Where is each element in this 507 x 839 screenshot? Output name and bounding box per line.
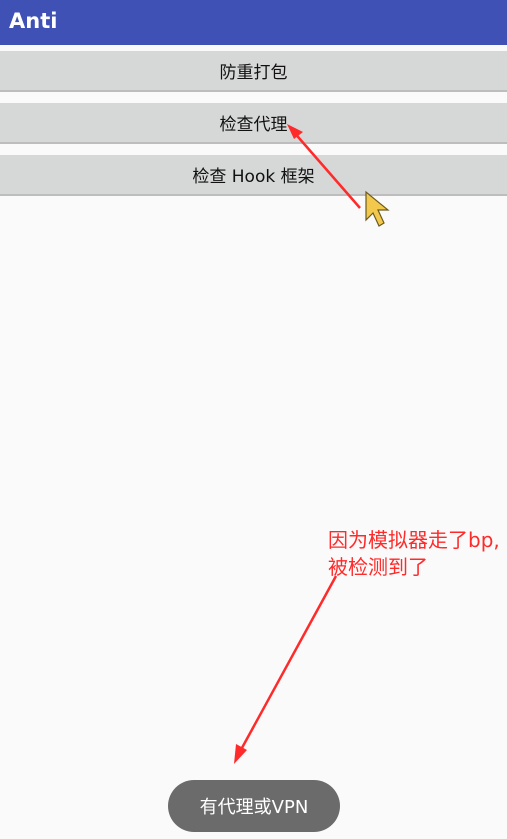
check-hook-framework-button[interactable]: 检查 Hook 框架 — [0, 155, 507, 196]
app-screen: Anti 防重打包 检查代理 检查 Hook 框架 因为模拟器走了bp, 被检测… — [0, 0, 507, 839]
check-proxy-button[interactable]: 检查代理 — [0, 103, 507, 144]
annotation-text: 因为模拟器走了bp, 被检测到了 — [328, 527, 500, 581]
app-title: Anti — [9, 9, 58, 33]
app-bar: Anti — [0, 0, 507, 45]
annotation-line-1: 因为模拟器走了bp, — [328, 528, 500, 552]
arrow-to-toast-icon — [234, 575, 338, 764]
anti-repackage-button[interactable]: 防重打包 — [0, 51, 507, 92]
annotation-line-2: 被检测到了 — [328, 555, 428, 579]
mouse-cursor-icon — [365, 190, 390, 227]
toast-message: 有代理或VPN — [168, 780, 340, 832]
